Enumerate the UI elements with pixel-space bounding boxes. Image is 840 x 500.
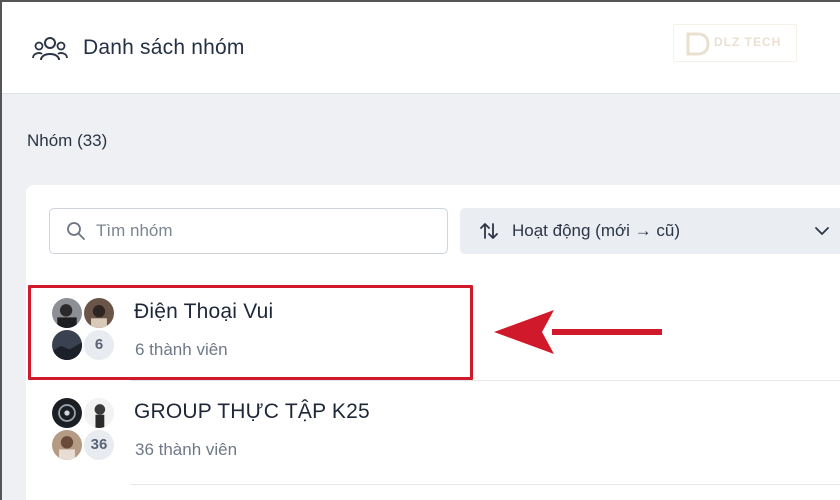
- watermark-logo-icon: [686, 32, 710, 56]
- chevron-down-icon: [815, 227, 829, 235]
- watermark-text: DLZ TECH: [714, 35, 782, 49]
- group-list-item[interactable]: 36 GROUP THỰC TẬP K25 36 thành viên: [30, 386, 840, 482]
- groups-count-label: Nhóm (33): [27, 131, 108, 150]
- group-name: Điện Thoại Vui: [134, 300, 274, 323]
- member-avatar: [50, 396, 84, 430]
- more-members-count: 36: [82, 428, 116, 462]
- sort-label: Hoạt động (mới → cũ): [512, 221, 680, 240]
- member-avatar: [50, 428, 84, 462]
- group-member-count: 36 thành viên: [135, 440, 238, 459]
- search-box[interactable]: [49, 208, 448, 254]
- divider: [130, 484, 840, 485]
- search-icon: [67, 222, 85, 240]
- member-avatar: [50, 328, 84, 362]
- group-list-item[interactable]: 6 Điện Thoại Vui 6 thành viên: [30, 286, 840, 382]
- divider: [130, 380, 840, 381]
- page-title: Danh sách nhóm: [83, 36, 245, 59]
- sort-dropdown[interactable]: Hoạt động (mới → cũ): [460, 208, 840, 254]
- more-members-count: 6: [82, 328, 116, 362]
- group-avatar-stack: 6: [50, 296, 120, 366]
- watermark-logo: DLZ TECH: [673, 24, 797, 62]
- member-avatar: [82, 396, 116, 430]
- group-member-count: 6 thành viên: [135, 340, 228, 359]
- search-input[interactable]: [96, 218, 426, 244]
- member-avatar: [50, 296, 84, 330]
- group-name: GROUP THỰC TẬP K25: [134, 400, 370, 423]
- member-avatar: [82, 296, 116, 330]
- sort-icon: [480, 223, 498, 239]
- arrow-left-icon: [494, 310, 662, 354]
- group-avatar-stack: 36: [50, 396, 120, 466]
- group-icon: [32, 37, 68, 61]
